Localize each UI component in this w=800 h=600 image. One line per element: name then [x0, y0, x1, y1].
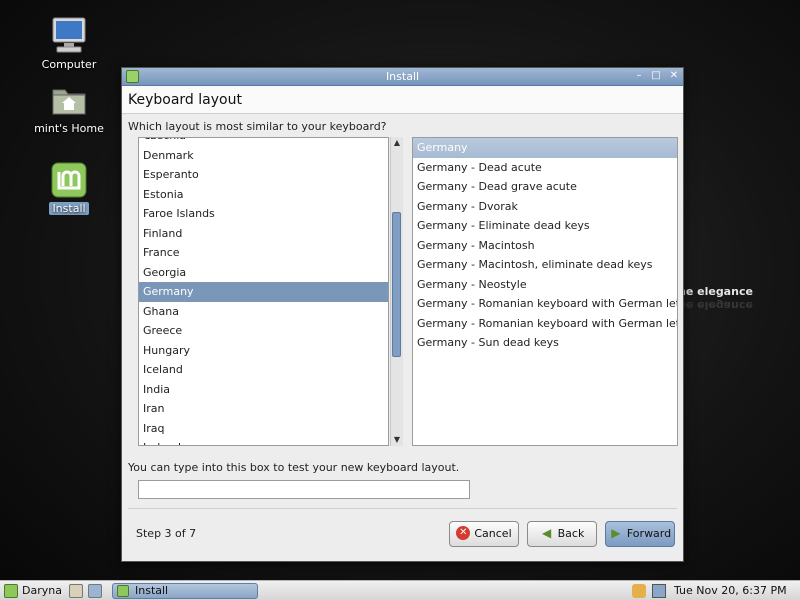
list-item[interactable]: Hungary — [139, 341, 388, 361]
desktop-icon-label: Computer — [41, 58, 97, 71]
install-icon — [49, 160, 89, 200]
taskbar: Daryna Install Tue Nov 20, 6:37 PM — [0, 580, 800, 600]
minimize-button[interactable]: – — [632, 69, 646, 83]
list-item[interactable]: Faroe Islands — [139, 204, 388, 224]
scroll-up-icon[interactable]: ▲ — [391, 137, 403, 149]
list-item[interactable]: Iraq — [139, 419, 388, 439]
app-icon — [126, 70, 139, 83]
list-item[interactable]: Germany - Romanian keyboard with German … — [413, 294, 677, 314]
taskbar-item-install[interactable]: Install — [112, 583, 258, 599]
close-button[interactable]: ✕ — [667, 69, 681, 83]
test-box-label: You can type into this box to test your … — [128, 461, 460, 474]
list-item[interactable]: Germany - Macintosh, eliminate dead keys — [413, 255, 677, 275]
scroll-thumb[interactable] — [392, 212, 401, 357]
desktop-icon-label: Install — [49, 202, 89, 215]
list-item[interactable]: Finland — [139, 224, 388, 244]
backdrop-text: he elegance — [678, 285, 753, 298]
install-window: Install – □ ✕ Keyboard layout Which layo… — [121, 67, 684, 562]
desktop-icon-computer[interactable]: Computer — [24, 16, 114, 71]
taskbar-item-label: Install — [135, 584, 169, 597]
main-menu-button[interactable]: Daryna — [4, 583, 62, 599]
computer-icon — [49, 16, 89, 56]
menu-label: Daryna — [22, 584, 62, 597]
mint-logo-icon — [4, 584, 18, 598]
maximize-button[interactable]: □ — [649, 69, 663, 83]
show-desktop-icon[interactable] — [69, 584, 83, 598]
list-item[interactable]: Germany - Eliminate dead keys — [413, 216, 677, 236]
back-button[interactable]: ◀ Back — [527, 521, 597, 547]
list-item[interactable]: Germany - Neostyle — [413, 275, 677, 295]
list-item[interactable]: Germany - Romanian keyboard with German … — [413, 314, 677, 334]
forward-arrow-icon: ▶ — [611, 526, 621, 540]
home-folder-icon — [49, 80, 89, 120]
list-item[interactable]: India — [139, 380, 388, 400]
window-titlebar[interactable]: Install – □ ✕ — [122, 68, 683, 86]
cancel-button[interactable]: ✕ Cancel — [449, 521, 519, 547]
list-item-selected[interactable]: Germany — [413, 138, 677, 158]
page-title: Keyboard layout — [122, 86, 683, 114]
layout-list[interactable]: Czechia DenmarkEsperantoEstoniaFaroe Isl… — [138, 137, 389, 446]
layout-list-scrollbar[interactable]: ▲ ▼ — [390, 137, 403, 446]
desktop-icon-label: mint's Home — [34, 122, 104, 135]
list-item[interactable]: France — [139, 243, 388, 263]
list-item[interactable]: Germany - Dead grave acute — [413, 177, 677, 197]
layout-prompt: Which layout is most similar to your key… — [128, 120, 387, 133]
network-icon[interactable] — [652, 584, 666, 598]
list-item[interactable]: Germany - Sun dead keys — [413, 333, 677, 353]
list-item[interactable]: Germany - Macintosh — [413, 236, 677, 256]
list-item[interactable]: Georgia — [139, 263, 388, 283]
list-item[interactable]: Czechia — [139, 138, 388, 146]
update-manager-icon[interactable] — [632, 584, 646, 598]
forward-label: Forward — [626, 527, 672, 540]
desktop-icon-install[interactable]: Install — [24, 160, 114, 215]
cancel-label: Cancel — [474, 527, 512, 540]
list-item[interactable]: Iran — [139, 399, 388, 419]
list-item[interactable]: Iceland — [139, 360, 388, 380]
step-indicator: Step 3 of 7 — [136, 527, 197, 540]
list-item[interactable]: Germany - Dead acute — [413, 158, 677, 178]
list-item[interactable]: Germany - Dvorak — [413, 197, 677, 217]
list-item[interactable]: Esperanto — [139, 165, 388, 185]
forward-button[interactable]: ▶ Forward — [605, 521, 675, 547]
clock[interactable]: Tue Nov 20, 6:37 PM — [674, 584, 787, 598]
back-arrow-icon: ◀ — [542, 526, 552, 540]
cancel-icon: ✕ — [456, 526, 471, 540]
install-icon — [117, 585, 129, 597]
list-item[interactable]: Greece — [139, 321, 388, 341]
backdrop-text-reflection: he elegance — [678, 299, 753, 312]
network-app-icon[interactable] — [88, 584, 102, 598]
divider — [128, 508, 677, 509]
back-label: Back — [557, 527, 585, 540]
list-item[interactable]: Denmark — [139, 146, 388, 166]
desktop-icon-home[interactable]: mint's Home — [24, 80, 114, 135]
list-item[interactable]: Ghana — [139, 302, 388, 322]
keyboard-test-input[interactable] — [138, 480, 470, 499]
scroll-down-icon[interactable]: ▼ — [391, 434, 403, 446]
variant-list[interactable]: Germany Germany - Dead acute Germany - Dea… — [412, 137, 678, 446]
list-item-selected[interactable]: Germany — [139, 282, 388, 302]
list-item[interactable]: Estonia — [139, 185, 388, 205]
list-item[interactable]: Ireland — [139, 438, 388, 445]
window-title: Install — [385, 70, 420, 83]
